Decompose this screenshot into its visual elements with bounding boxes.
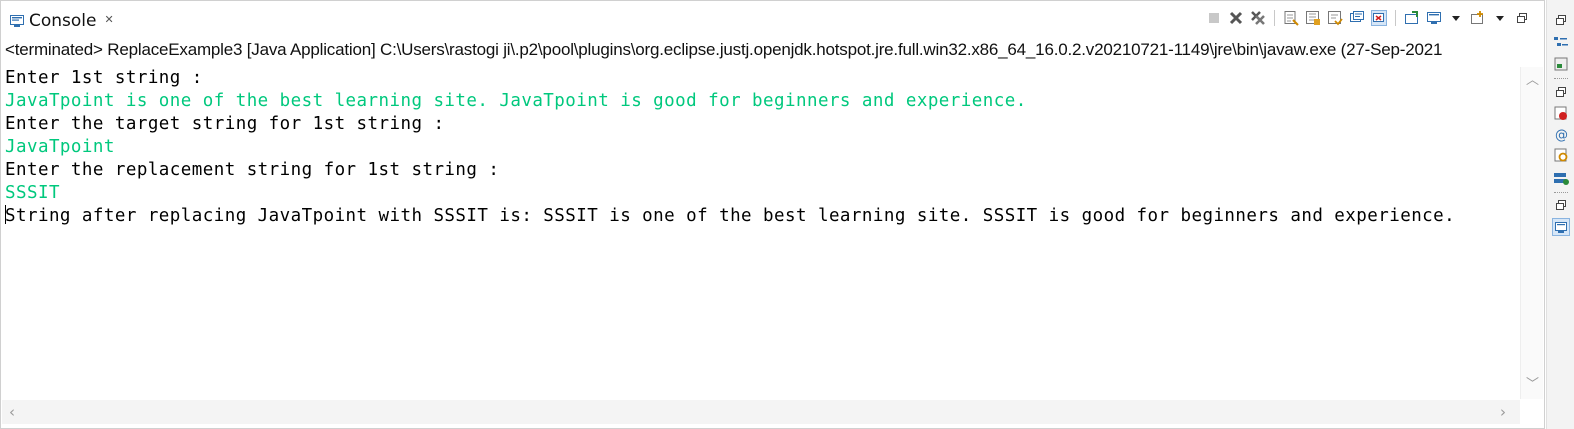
console-icon[interactable] xyxy=(1552,218,1570,236)
show-on-stdout-icon[interactable] xyxy=(1349,10,1365,26)
scroll-lock-icon[interactable] xyxy=(1305,10,1321,26)
console-line: Enter the replacement string for 1st str… xyxy=(5,160,500,180)
console-output[interactable]: Enter 1st string : JavaTpoint is one of … xyxy=(5,67,1517,399)
outline-icon[interactable] xyxy=(1553,35,1569,51)
chevron-down-icon[interactable] xyxy=(1492,10,1508,26)
vertical-scrollbar[interactable]: ︿ ﹀ xyxy=(1520,67,1543,399)
tab-close-icon[interactable]: ✕ xyxy=(105,13,114,26)
restore-icon[interactable] xyxy=(1553,84,1569,100)
terminate-icon[interactable] xyxy=(1206,10,1222,26)
console-result-text: String after replacing JavaTpoint with S… xyxy=(5,206,1456,226)
scroll-left-icon[interactable]: ‹ xyxy=(9,403,15,421)
remove-launch-icon[interactable] xyxy=(1228,10,1244,26)
open-console-icon[interactable] xyxy=(1470,10,1486,26)
scroll-right-icon[interactable]: › xyxy=(1500,403,1506,421)
console-line: Enter the target string for 1st string : xyxy=(5,114,445,134)
declaration-icon[interactable] xyxy=(1553,147,1569,163)
pin-console-icon[interactable] xyxy=(1404,10,1420,26)
toolbar-separator xyxy=(1274,10,1275,26)
clear-console-icon[interactable] xyxy=(1283,10,1299,26)
package-explorer-icon[interactable] xyxy=(1553,56,1569,72)
tab-console-label: Console xyxy=(29,11,97,31)
scroll-up-icon[interactable]: ︿ xyxy=(1526,69,1539,88)
console-line-result: String after replacing JavaTpoint with S… xyxy=(5,205,1517,228)
tab-console[interactable]: Console ✕ xyxy=(5,7,124,35)
minimize-icon[interactable] xyxy=(1514,10,1530,26)
problems-icon[interactable] xyxy=(1553,105,1569,121)
trim-stack-sidebar: @ xyxy=(1546,0,1574,429)
chevron-down-icon[interactable] xyxy=(1448,10,1464,26)
console-icon xyxy=(9,13,25,29)
remove-all-terminated-icon[interactable] xyxy=(1250,10,1266,26)
toolbar-separator xyxy=(1395,10,1396,26)
launch-status-line: <terminated> ReplaceExample3 [Java Appli… xyxy=(5,40,1443,59)
console-input-line: JavaTpoint xyxy=(5,137,115,157)
trim-separator xyxy=(1554,78,1568,81)
horizontal-scrollbar[interactable]: ‹ › xyxy=(2,400,1520,424)
javadoc-icon[interactable]: @ xyxy=(1553,126,1569,142)
tab-bar: Console ✕ xyxy=(1,1,1544,35)
restore-icon[interactable] xyxy=(1553,197,1569,213)
console-input-line: SSSIT xyxy=(5,183,60,203)
console-input-line: JavaTpoint is one of the best learning s… xyxy=(5,91,1027,111)
trim-separator xyxy=(1554,192,1568,195)
console-view: Console ✕ <terminated> ReplaceExample3 [… xyxy=(0,0,1545,429)
servers-icon[interactable] xyxy=(1553,170,1569,186)
show-on-stderr-icon[interactable] xyxy=(1371,10,1387,26)
console-line: Enter 1st string : xyxy=(5,68,203,88)
console-toolbar xyxy=(1206,10,1530,26)
word-wrap-icon[interactable] xyxy=(1327,10,1343,26)
restore-icon[interactable] xyxy=(1553,12,1569,28)
scroll-down-icon[interactable]: ﹀ xyxy=(1526,373,1539,392)
display-selected-console-icon[interactable] xyxy=(1426,10,1442,26)
svg-text:@: @ xyxy=(1555,128,1568,142)
